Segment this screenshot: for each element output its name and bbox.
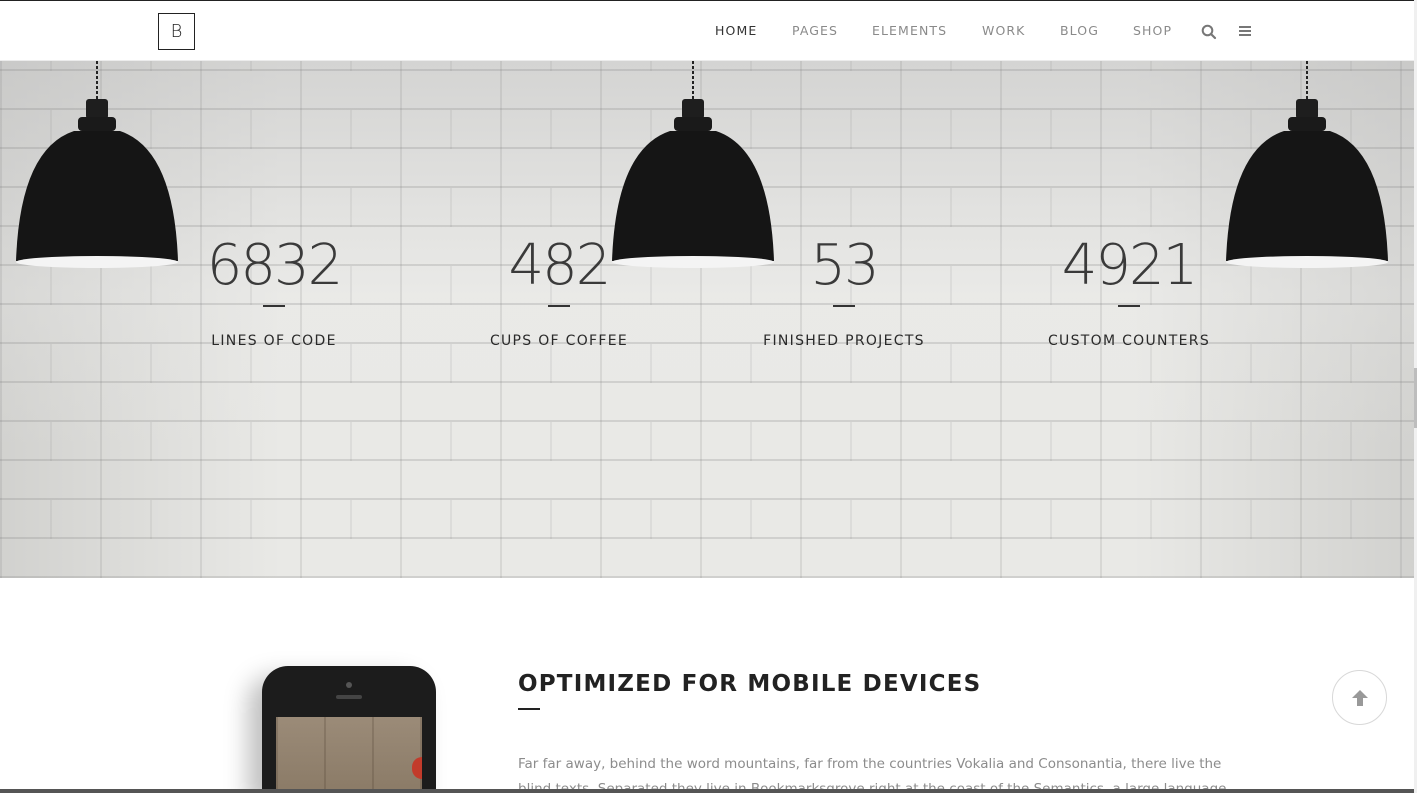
scroll-to-top-button[interactable] <box>1332 670 1387 725</box>
phone-screen <box>276 717 422 793</box>
title-divider <box>518 708 540 710</box>
menu-icon[interactable] <box>1237 23 1253 39</box>
counter-label: LINES OF CODE <box>211 333 337 349</box>
counter-cups-of-coffee: 482 CUPS OF COFFEE <box>439 231 679 349</box>
counter-finished-projects: 53 FINISHED PROJECTS <box>724 231 964 349</box>
section-body-text: Far far away, behind the word mountains,… <box>518 756 1227 793</box>
arrow-up-icon <box>1351 689 1368 706</box>
coffee-cup-image <box>412 757 422 779</box>
counters-hero: 6832 LINES OF CODE 482 CUPS OF COFFEE 53… <box>0 61 1414 578</box>
nav-blog[interactable]: BLOG <box>1060 23 1099 38</box>
counter-label: CUPS OF COFFEE <box>489 333 629 349</box>
nav-home[interactable]: HOME <box>715 23 757 38</box>
counter-divider <box>833 305 855 307</box>
phone-mockup-image <box>262 666 436 793</box>
counter-value: 6832 <box>206 233 344 298</box>
nav-pages[interactable]: PAGES <box>792 23 838 38</box>
counter-divider <box>1118 305 1140 307</box>
phone-camera <box>346 682 352 688</box>
counter-value: 4921 <box>1061 233 1199 298</box>
search-icon[interactable] <box>1201 24 1217 40</box>
counter-custom-counters: 4921 CUSTOM COUNTERS <box>1009 231 1249 349</box>
counter-value: 53 <box>810 233 879 298</box>
bottom-edge <box>0 789 1414 793</box>
section-title: OPTIMIZED FOR MOBILE DEVICES <box>518 671 982 697</box>
top-navbar: B HOME PAGES ELEMENTS WORK BLOG SHOP <box>0 0 1414 61</box>
counter-label: CUSTOM COUNTERS <box>1047 333 1211 349</box>
nav-work[interactable]: WORK <box>982 23 1025 38</box>
nav-elements[interactable]: ELEMENTS <box>872 23 947 38</box>
counter-lines-of-code: 6832 LINES OF CODE <box>154 231 394 349</box>
phone-speaker <box>336 695 362 699</box>
nav-shop[interactable]: SHOP <box>1133 23 1172 38</box>
counter-divider <box>548 305 570 307</box>
counter-label: FINISHED PROJECTS <box>763 333 925 349</box>
counter-value: 482 <box>508 233 612 298</box>
counter-divider <box>263 305 285 307</box>
